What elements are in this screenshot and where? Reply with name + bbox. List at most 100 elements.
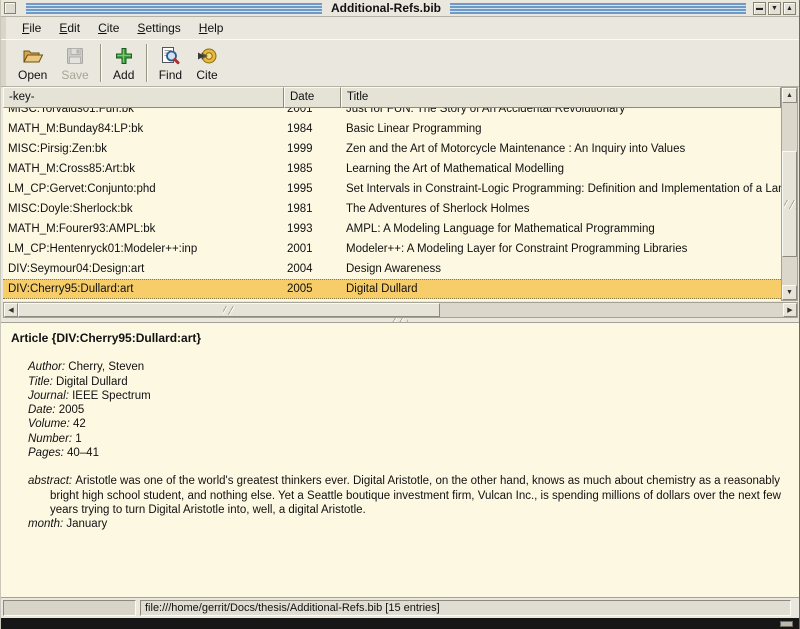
app-window: Additional-Refs.bib ▬ ▼ ▲ FileEditCiteSe… <box>0 0 800 629</box>
reference-list: -key-DateTitle MISC:Torvalds01:Fun:bk200… <box>1 87 799 318</box>
vertical-scrollbar-thumb[interactable] <box>782 151 797 257</box>
table-header: -key-DateTitle <box>3 87 781 108</box>
window-title: Additional-Refs.bib <box>327 1 445 15</box>
menu-bar: FileEditCiteSettingsHelp <box>1 17 799 39</box>
cell-key: MATH_M:Fourer93:AMPL:bk <box>3 223 284 235</box>
status-message: file:///home/gerrit/Docs/thesis/Addition… <box>140 600 791 616</box>
menu-item-cite[interactable]: Cite <box>89 19 128 37</box>
scroll-right-icon[interactable]: ▶ <box>783 303 797 317</box>
table-row[interactable]: LM_CP:Hentenryck01:Modeler++:inp2001Mode… <box>3 239 781 259</box>
field-label: abstract: <box>28 475 75 487</box>
table-row[interactable]: DIV:Cherry95:Dullard:art2005Digital Dull… <box>3 279 781 299</box>
scroll-up-icon[interactable]: ▲ <box>782 88 797 103</box>
table-row[interactable]: MISC:Pirsig:Zen:bk1999Zen and the Art of… <box>3 139 781 159</box>
cite-button[interactable]: Cite <box>189 42 225 84</box>
entry-field-author: Author: Cherry, Steven <box>28 360 789 374</box>
cell-title: Digital Dullard <box>341 283 781 295</box>
cell-title: Basic Linear Programming <box>341 123 781 135</box>
toolbar-button-label: Save <box>61 68 88 82</box>
toolbar-button-label: Add <box>113 68 134 82</box>
thumb-grip-icon <box>784 200 796 209</box>
entry-fields: Author: Cherry, StevenTitle: Digital Dul… <box>28 360 789 460</box>
table-row[interactable]: MISC:Doyle:Sherlock:bk1981The Adventures… <box>3 199 781 219</box>
window-titlebar[interactable]: Additional-Refs.bib ▬ ▼ ▲ <box>1 0 799 17</box>
field-label: Pages: <box>28 447 67 459</box>
table-body: MISC:Torvalds01:Fun:bk2001Just for FUN: … <box>3 108 781 299</box>
table-row[interactable]: DIV:Seymour04:Design:art2004Design Aware… <box>3 259 781 279</box>
scroll-left-icon[interactable]: ◀ <box>4 303 18 317</box>
cell-title: Design Awareness <box>341 263 781 275</box>
entry-extra-fields: abstract: Aristotle was one of the world… <box>11 474 789 531</box>
save-floppy-icon <box>64 45 86 67</box>
field-value: Cherry, Steven <box>68 361 144 373</box>
menu-item-file[interactable]: File <box>13 19 50 37</box>
field-value: January <box>66 518 107 530</box>
cell-title: Zen and the Art of Motorcycle Maintenanc… <box>341 143 781 155</box>
cell-date: 2004 <box>284 263 341 275</box>
window-menu-icon[interactable] <box>4 2 16 14</box>
table-row[interactable]: MATH_M:Fourer93:AMPL:bk1993AMPL: A Model… <box>3 219 781 239</box>
cell-date: 2001 <box>284 243 341 255</box>
entry-field-date: Date: 2005 <box>28 403 789 417</box>
maximize-button[interactable]: ▲ <box>783 2 796 15</box>
column-header-title[interactable]: Title <box>341 87 781 108</box>
column-header-key[interactable]: -key- <box>3 87 284 108</box>
field-label: Author: <box>28 361 68 373</box>
table-row[interactable]: MATH_M:Bunday84:LP:bk1984Basic Linear Pr… <box>3 119 781 139</box>
minimize-button[interactable]: ▬ <box>753 2 766 15</box>
cell-key: MISC:Pirsig:Zen:bk <box>3 143 284 155</box>
table-row[interactable]: MATH_M:Cross85:Art:bk1985Learning the Ar… <box>3 159 781 179</box>
entry-field-title: Title: Digital Dullard <box>28 375 789 389</box>
scroll-down-icon[interactable]: ▼ <box>782 285 797 300</box>
cell-date: 1985 <box>284 163 341 175</box>
field-value: IEEE Spectrum <box>72 390 151 402</box>
entry-field-month: month: January <box>28 517 789 531</box>
open-button[interactable]: Open <box>11 42 54 84</box>
cell-date: 1981 <box>284 203 341 215</box>
field-value: 1 <box>75 433 81 445</box>
column-header-date[interactable]: Date <box>284 87 341 108</box>
menu-item-edit[interactable]: Edit <box>50 19 89 37</box>
resize-grip[interactable] <box>780 621 793 627</box>
toolbar-button-label: Cite <box>196 68 217 82</box>
cell-key: MISC:Torvalds01:Fun:bk <box>3 108 284 115</box>
field-value: 42 <box>73 418 86 430</box>
cell-key: LM_CP:Hentenryck01:Modeler++:inp <box>3 243 284 255</box>
entry-field-journal: Journal: IEEE Spectrum <box>28 389 789 403</box>
toolbar-button-label: Open <box>18 68 47 82</box>
cell-title: AMPL: A Modeling Language for Mathematic… <box>341 223 781 235</box>
toolbar: Open Save Add Find Cite <box>1 39 799 87</box>
horizontal-scrollbar-thumb[interactable] <box>18 303 440 317</box>
thumb-grip-icon <box>223 306 235 315</box>
table-row[interactable]: LM_CP:Gervet:Conjunto:phd1995Set Interva… <box>3 179 781 199</box>
menu-item-help[interactable]: Help <box>190 19 233 37</box>
entry-field-volume: Volume: 42 <box>28 417 789 431</box>
find-button[interactable]: Find <box>152 42 189 84</box>
horizontal-scrollbar[interactable]: ◀ ▶ <box>3 302 798 318</box>
titlebar-stripes-right <box>450 3 746 14</box>
vertical-scrollbar-track[interactable] <box>782 257 797 285</box>
toolbar-separator <box>100 44 102 82</box>
status-bar: file:///home/gerrit/Docs/thesis/Addition… <box>1 598 799 618</box>
field-label: month: <box>28 518 66 530</box>
field-value: Aristotle was one of the world's greates… <box>50 475 781 516</box>
entry-detail-pane: Article {DIV:Cherry95:Dullard:art} Autho… <box>1 322 799 598</box>
vertical-scrollbar[interactable]: ▲ ▼ <box>781 87 798 301</box>
cell-date: 1984 <box>284 123 341 135</box>
cell-date: 2001 <box>284 108 341 115</box>
cite-coin-icon <box>196 45 218 67</box>
save-button: Save <box>54 42 95 84</box>
horizontal-scrollbar-track[interactable] <box>440 303 783 317</box>
open-folder-icon <box>22 45 44 67</box>
field-value: 40–41 <box>67 447 99 459</box>
shade-button[interactable]: ▼ <box>768 2 781 15</box>
cell-key: MISC:Doyle:Sherlock:bk <box>3 203 284 215</box>
table-row[interactable]: MISC:Torvalds01:Fun:bk2001Just for FUN: … <box>3 108 781 119</box>
menu-item-settings[interactable]: Settings <box>128 19 189 37</box>
find-magnifier-icon <box>159 45 181 67</box>
add-button[interactable]: Add <box>106 42 142 84</box>
cell-key: DIV:Seymour04:Design:art <box>3 263 284 275</box>
window-bottom-frame <box>1 618 799 629</box>
toolbar-button-label: Find <box>159 68 182 82</box>
progress-area <box>3 600 136 616</box>
